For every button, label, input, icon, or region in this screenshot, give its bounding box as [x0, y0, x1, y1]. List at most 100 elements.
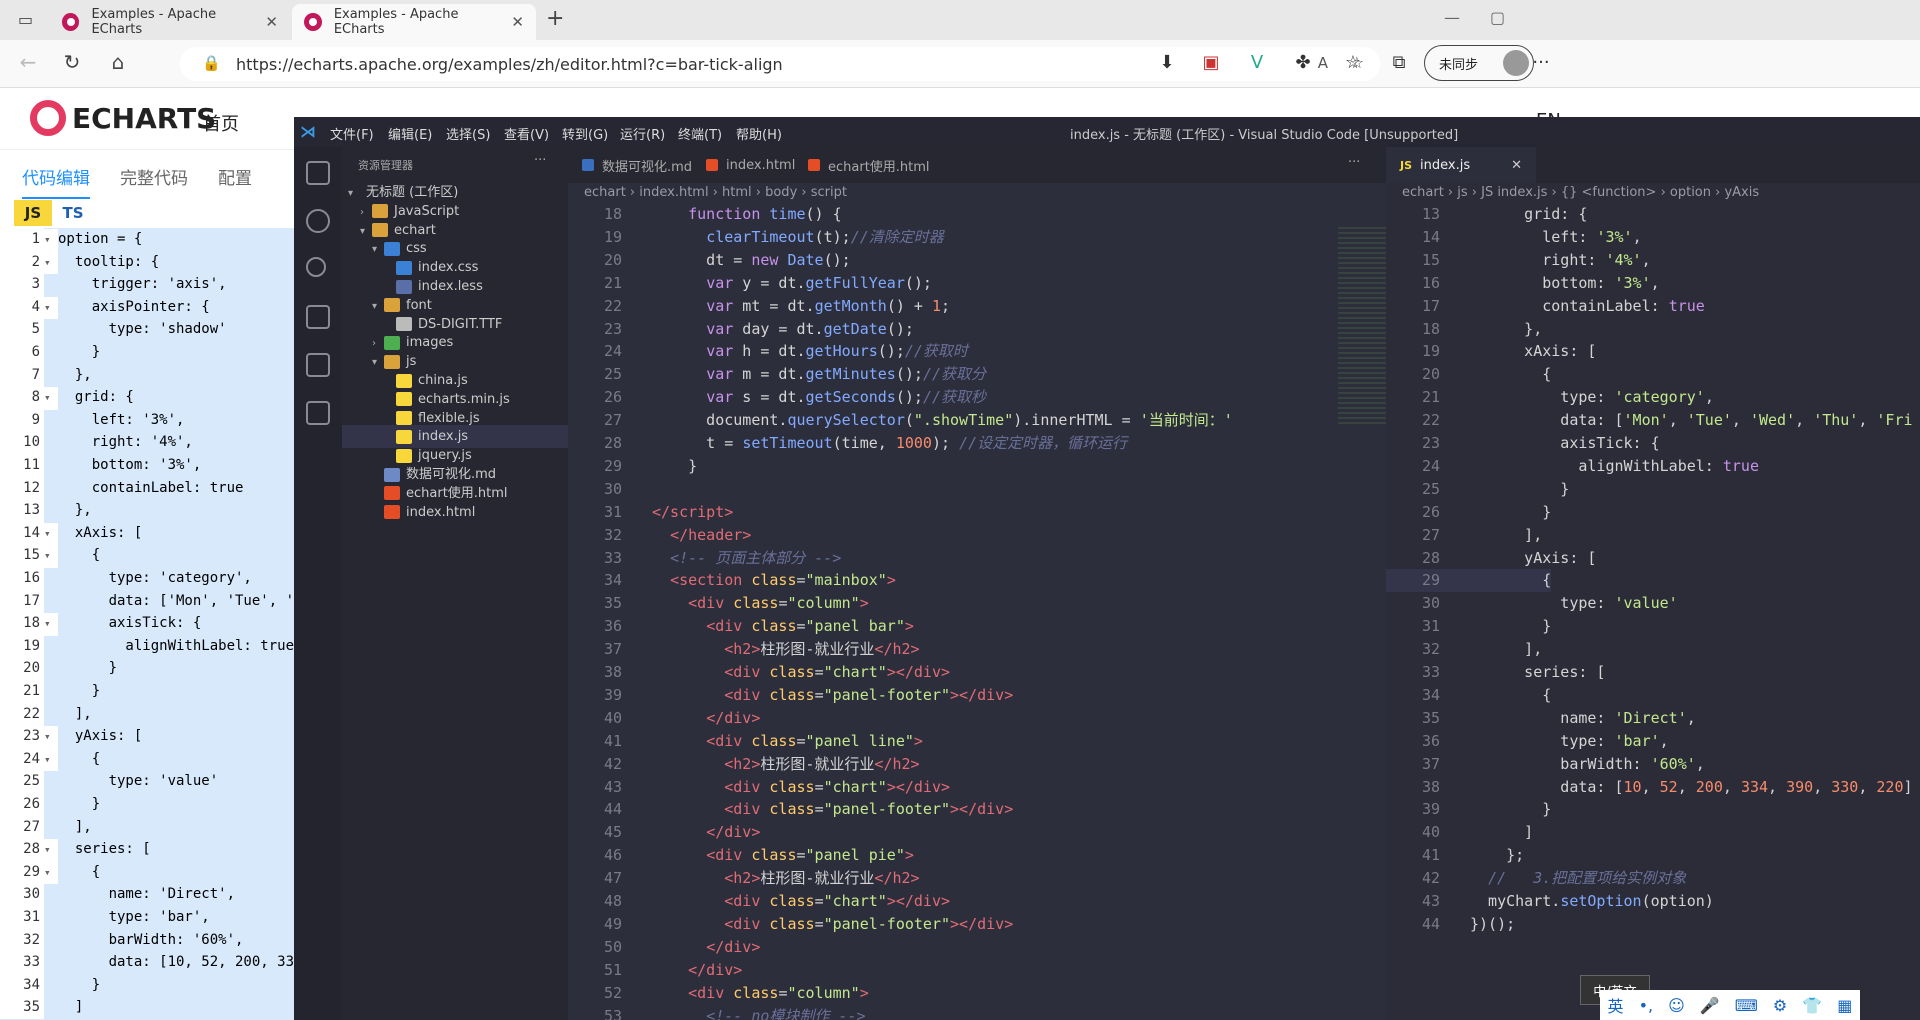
- extension-icon[interactable]: ▣: [1198, 52, 1224, 73]
- code-line[interactable]: 44 <div class="panel-footer"></div>: [568, 798, 1013, 821]
- source-control-icon[interactable]: [306, 257, 326, 277]
- code-line[interactable]: 30 name: 'Direct',: [0, 883, 300, 906]
- code-line[interactable]: 36 type: 'bar',: [1386, 730, 1669, 753]
- code-line[interactable]: 11 bottom: '3%',: [0, 454, 300, 477]
- code-line[interactable]: 28 ▾ series: [: [0, 838, 300, 862]
- tab-index-js[interactable]: JS index.js ✕: [1386, 147, 1536, 183]
- close-icon[interactable]: ✕: [511, 13, 524, 31]
- ime-icon[interactable]: 英: [1608, 993, 1624, 1017]
- code-line[interactable]: 46 <div class="panel pie">: [568, 844, 914, 867]
- code-line[interactable]: 48 <div class="chart"></div>: [568, 890, 950, 913]
- tab-actions-icon[interactable]: ▭: [18, 10, 33, 29]
- code-line[interactable]: 3 trigger: 'axis',: [0, 273, 300, 296]
- vue-devtools-icon[interactable]: V: [1244, 52, 1270, 73]
- code-area-right[interactable]: 13 grid: {14 left: '3%', 15 right: '4%', 1…: [1386, 203, 1920, 1020]
- code-line[interactable]: 5 type: 'shadow': [0, 318, 300, 341]
- code-line[interactable]: 47 <h2>柱形图-就业行业</h2>: [568, 867, 920, 890]
- code-line[interactable]: 30 type: 'value': [1386, 592, 1678, 615]
- code-line[interactable]: 9 left: '3%',: [0, 408, 300, 432]
- code-line[interactable]: 50 </div>: [568, 936, 760, 959]
- code-line[interactable]: 8 ▾ grid: {: [0, 386, 300, 410]
- code-line[interactable]: 45 </div>: [568, 821, 760, 844]
- code-line[interactable]: 2 ▾ tooltip: {: [0, 250, 300, 275]
- code-line[interactable]: 28 yAxis: [: [1386, 547, 1597, 570]
- menu-item[interactable]: 选择(S): [446, 124, 490, 143]
- code-line[interactable]: 29 {: [1386, 569, 1552, 593]
- explorer-more-icon[interactable]: ···: [534, 153, 546, 168]
- close-icon[interactable]: ✕: [265, 13, 278, 31]
- tree-item[interactable]: index.html: [342, 501, 568, 524]
- menu-item[interactable]: 转到(G): [562, 124, 608, 143]
- favorites-icon[interactable]: ☆: [1340, 52, 1366, 73]
- browser-tab-1[interactable]: Examples - Apache ECharts ✕: [50, 4, 290, 40]
- code-line[interactable]: 14 left: '3%',: [1386, 226, 1642, 249]
- fold-icon[interactable]: ▾: [44, 726, 58, 749]
- code-line[interactable]: 51 </div>: [568, 959, 742, 982]
- code-line[interactable]: 31 </script>: [568, 501, 733, 524]
- refresh-icon[interactable]: ↻: [58, 50, 86, 74]
- code-line[interactable]: 21 var y = dt.getFullYear();: [568, 272, 932, 295]
- ime-icon[interactable]: ⌨: [1735, 996, 1758, 1015]
- editor-more-icon[interactable]: ···: [1348, 155, 1360, 170]
- new-tab-icon[interactable]: +: [546, 6, 564, 31]
- code-line[interactable]: 25 }: [1386, 478, 1569, 501]
- code-line[interactable]: 13 grid: {: [1386, 203, 1587, 226]
- back-icon[interactable]: ←: [14, 50, 42, 74]
- explorer-icon[interactable]: [306, 161, 330, 185]
- ts-button[interactable]: TS: [54, 200, 92, 226]
- code-line[interactable]: 26 }: [0, 793, 300, 816]
- tab-md[interactable]: 数据可视化.md: [568, 147, 706, 183]
- code-line[interactable]: 15 right: '4%',: [1386, 249, 1651, 272]
- collections-icon[interactable]: ⧉: [1386, 52, 1412, 73]
- code-line[interactable]: 33 series: [: [1386, 661, 1606, 684]
- code-line[interactable]: 25 var m = dt.getMinutes();//获取分: [568, 363, 986, 386]
- code-line[interactable]: 24 var h = dt.getHours();//获取时: [568, 340, 968, 363]
- maximize-icon[interactable]: ▢: [1490, 8, 1505, 27]
- breadcrumb[interactable]: echart › index.html › html › body › scri…: [584, 185, 847, 200]
- code-line[interactable]: 42 <h2>柱形图-就业行业</h2>: [568, 753, 920, 776]
- code-line[interactable]: 32 ],: [1386, 638, 1542, 661]
- remote-explorer-icon[interactable]: [306, 401, 330, 425]
- code-line[interactable]: 19 xAxis: [: [1386, 340, 1597, 363]
- minimize-icon[interactable]: —: [1444, 8, 1460, 27]
- ime-icon[interactable]: 🎤: [1700, 996, 1720, 1015]
- code-line[interactable]: 12 containLabel: true: [0, 476, 300, 500]
- home-icon[interactable]: ⌂: [104, 50, 132, 74]
- code-line[interactable]: 36 <div class="panel bar">: [568, 615, 914, 638]
- read-aloud-icon[interactable]: A: [1318, 54, 1328, 72]
- code-line[interactable]: 23 axisTick: {: [1386, 432, 1660, 455]
- code-line[interactable]: 18 function time() {: [568, 203, 842, 226]
- code-line[interactable]: 31 }: [1386, 615, 1551, 638]
- code-line[interactable]: 23 var day = dt.getDate();: [568, 318, 914, 341]
- code-line[interactable]: 31 type: 'bar',: [0, 906, 300, 929]
- fold-icon[interactable]: ▾: [44, 387, 58, 410]
- menu-item[interactable]: 帮助(H): [736, 124, 782, 143]
- code-line[interactable]: 38 data: [10, 52, 200, 334, 390, 330, 22…: [1386, 776, 1913, 799]
- more-icon[interactable]: ···: [1528, 52, 1554, 73]
- code-line[interactable]: 44})();: [1386, 913, 1515, 936]
- code-line[interactable]: 13 },: [0, 499, 300, 522]
- code-line[interactable]: 24 ▾ {: [0, 747, 300, 772]
- browser-tab-2[interactable]: Examples - Apache ECharts ✕: [292, 4, 536, 40]
- download-icon[interactable]: ⬇: [1154, 52, 1180, 73]
- code-line[interactable]: 14 ▾ xAxis: [: [0, 521, 300, 546]
- code-line[interactable]: 21 type: 'category',: [1386, 386, 1714, 409]
- code-line[interactable]: 10 right: '4%',: [0, 431, 300, 454]
- tab-full-code[interactable]: 完整代码: [120, 164, 188, 189]
- code-line[interactable]: 38 <div class="chart"></div>: [568, 661, 950, 684]
- fold-icon[interactable]: ▾: [44, 748, 58, 772]
- fold-icon[interactable]: ▾: [44, 613, 58, 636]
- profile-sync-button[interactable]: 未同步: [1424, 45, 1534, 81]
- fold-icon[interactable]: ▾: [44, 229, 58, 252]
- code-line[interactable]: 29 }: [568, 455, 697, 478]
- code-line[interactable]: 17 data: ['Mon', 'Tue', ': [0, 589, 300, 613]
- code-line[interactable]: 35 <div class="column">: [568, 592, 869, 615]
- code-line[interactable]: 17 containLabel: true: [1386, 295, 1705, 318]
- ime-toolbar[interactable]: 英 •, ☺ 🎤 ⌨ ⚙ 👕 ▦: [1600, 990, 1860, 1020]
- code-line[interactable]: 18 },: [1386, 318, 1542, 341]
- code-line[interactable]: 27 document.querySelector(".showTime").i…: [568, 409, 1233, 432]
- code-line[interactable]: 33 data: [10, 52, 200, 33: [0, 951, 300, 974]
- code-line[interactable]: 22 var mt = dt.getMonth() + 1;: [568, 295, 950, 318]
- menu-item[interactable]: 文件(F): [330, 124, 374, 143]
- tab-echart-html[interactable]: echart使用.html: [794, 147, 944, 183]
